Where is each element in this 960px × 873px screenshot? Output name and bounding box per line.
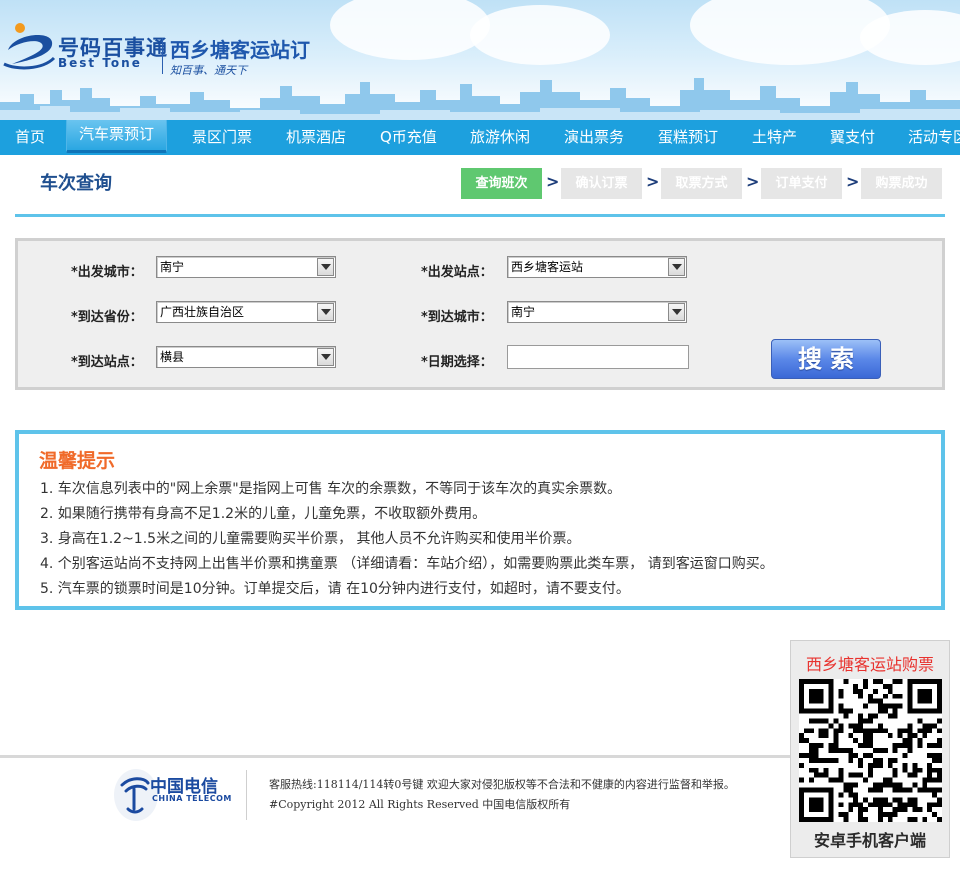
nav-item-shows[interactable]: 演出票务 — [564, 120, 624, 155]
page-title: 车次查询 — [40, 173, 112, 194]
arrive-city-value: 南宁 — [511, 305, 536, 319]
arrive-province-label: *到达省份： — [71, 310, 143, 325]
qr-caption: 安卓手机客户端 — [813, 831, 926, 850]
tip-item: 1. 车次信息列表中的"网上余票"是指网上可售 车次的余票数，不等同于该车次的真… — [40, 481, 622, 497]
nav-item-scenic-tickets[interactable]: 景区门票 — [192, 120, 252, 155]
chevron-down-icon[interactable] — [668, 258, 685, 276]
brand-name-en: Best Tone — [58, 56, 142, 70]
depart-station-select[interactable]: 西乡塘客运站 — [507, 256, 687, 278]
date-input[interactable] — [507, 345, 689, 369]
nav-item-bus-tickets[interactable]: 汽车票预订 — [66, 120, 168, 153]
chevron-down-icon[interactable] — [317, 258, 334, 276]
brand-slogan: 知百事、通天下 — [170, 64, 247, 77]
chevron-down-icon[interactable] — [668, 303, 685, 321]
nav-item-activities[interactable]: 活动专区 — [908, 120, 960, 155]
arrive-station-value: 横县 — [160, 350, 185, 364]
app-download-panel: 西乡塘客运站购票 安卓手机客户端 — [790, 640, 950, 858]
nav-item-qcoin[interactable]: Q币充值 — [380, 120, 437, 155]
step-arrow: > — [746, 172, 760, 191]
depart-station-label: *出发站点： — [421, 265, 493, 280]
step-query-schedule: 查询班次 — [461, 168, 542, 199]
arrive-province-value: 广西壮族自治区 — [160, 305, 245, 319]
chevron-down-icon[interactable] — [317, 348, 334, 366]
footer-divider — [0, 755, 790, 758]
nav-item-travel[interactable]: 旅游休闲 — [470, 120, 530, 155]
nav-item-local-products[interactable]: 土特产 — [752, 120, 797, 155]
section-divider — [15, 214, 945, 217]
nav-item-cake[interactable]: 蛋糕预订 — [658, 120, 718, 155]
step-arrow: > — [546, 172, 560, 191]
city-skyline-image — [0, 78, 960, 120]
arrive-station-label: *到达站点： — [71, 355, 143, 370]
qr-code-image[interactable] — [799, 679, 942, 822]
arrive-city-select[interactable]: 南宁 — [507, 301, 687, 323]
depart-city-value: 南宁 — [160, 260, 185, 274]
footer-separator — [246, 770, 247, 820]
nav-item-home[interactable]: 首页 — [15, 120, 45, 155]
china-telecom-name-en: CHINA TELECOM — [152, 794, 232, 803]
qr-title[interactable]: 西乡塘客运站购票 — [791, 651, 949, 675]
nav-item-bestpay[interactable]: 翼支付 — [830, 120, 875, 155]
depart-city-label: *出发城市： — [71, 265, 143, 280]
cloud-decoration — [330, 0, 490, 60]
search-button[interactable]: 搜索 — [771, 339, 881, 379]
brand-divider — [162, 38, 163, 74]
header-banner: 号码百事通 Best Tone 西乡塘客运站订 知百事、通天下 — [0, 0, 960, 120]
footer-copyright: #Copyright 2012 All Rights Reserved 中国电信… — [269, 798, 571, 811]
arrive-city-label: *到达城市： — [421, 310, 493, 325]
site-title: 西乡塘客运站订 — [170, 38, 310, 62]
tips-box: 温馨提示 1. 车次信息列表中的"网上余票"是指网上可售 车次的余票数，不等同于… — [15, 430, 945, 610]
besttone-logo-icon — [3, 23, 56, 70]
depart-station-value: 西乡塘客运站 — [511, 260, 584, 274]
chevron-down-icon[interactable] — [317, 303, 334, 321]
arrive-province-select[interactable]: 广西壮族自治区 — [156, 301, 336, 323]
tip-item: 3. 身高在1.2~1.5米之间的儿童需要购买半价票， 其他人员不允许购买和使用… — [40, 531, 581, 547]
main-nav: 首页 汽车票预订 景区门票 机票酒店 Q币充值 旅游休闲 演出票务 蛋糕预订 土… — [0, 120, 960, 155]
step-arrow: > — [846, 172, 860, 191]
footer-hotline-text: 客服热线:118114/114转0号键 欢迎大家对侵犯版权等不合法和不健康的内容… — [269, 778, 735, 791]
tips-title: 温馨提示 — [39, 450, 116, 472]
step-purchase-success: 购票成功 — [861, 168, 942, 199]
step-pickup-method: 取票方式 — [661, 168, 742, 199]
tip-item: 2. 如果随行携带有身高不足1.2米的儿童，儿童免票，不收取额外费用。 — [40, 506, 487, 522]
step-order-payment: 订单支付 — [761, 168, 842, 199]
cloud-decoration — [470, 5, 610, 65]
date-label: *日期选择： — [421, 355, 493, 370]
arrive-station-select[interactable]: 横县 — [156, 346, 336, 368]
step-arrow: > — [646, 172, 660, 191]
nav-item-flights-hotels[interactable]: 机票酒店 — [286, 120, 346, 155]
tip-item: 5. 汽车票的锁票时间是10分钟。订单提交后，请 在10分钟内进行支付，如超时，… — [40, 581, 630, 597]
depart-city-select[interactable]: 南宁 — [156, 256, 336, 278]
tip-item: 4. 个别客运站尚不支持网上出售半价票和携童票 （详细请看：车站介绍），如需要购… — [40, 556, 774, 572]
step-confirm-order: 确认订票 — [561, 168, 642, 199]
